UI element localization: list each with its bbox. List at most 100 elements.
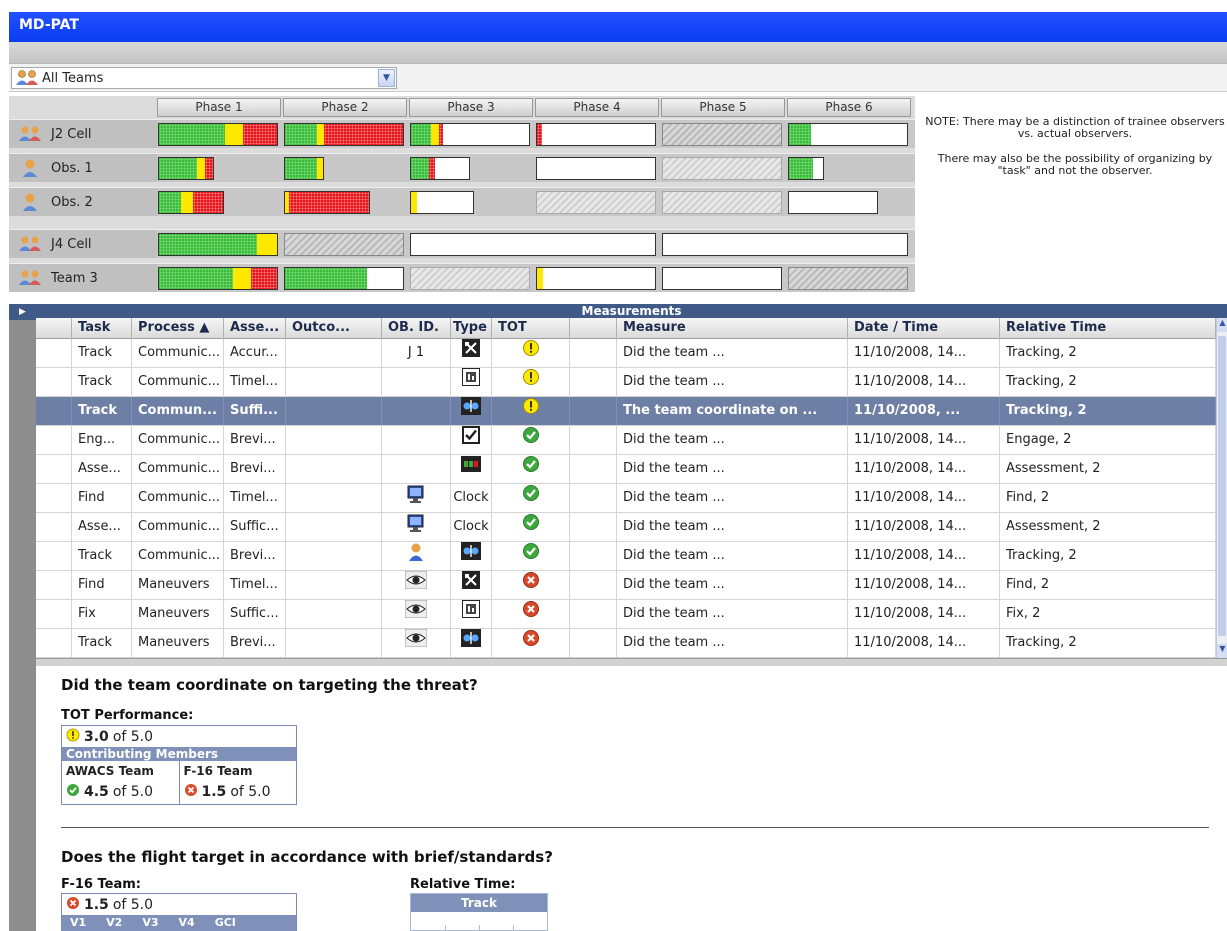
phase-header[interactable]: Phase 1: [157, 98, 281, 117]
phase-cell[interactable]: [536, 191, 656, 214]
phase-cell[interactable]: [788, 191, 878, 214]
cell-blank: [36, 542, 72, 570]
check-icon: [66, 783, 80, 801]
phase-header[interactable]: Phase 2: [283, 98, 407, 117]
table-row[interactable]: Track Maneuvers Brevi... Did the team ... 11…: [36, 629, 1216, 658]
scroll-thumb[interactable]: [1218, 336, 1226, 636]
team-name: AWACS Team: [66, 764, 154, 778]
col-date-time[interactable]: Date / Time: [848, 318, 1000, 339]
cell-measure: Did the team ...: [617, 455, 848, 483]
phase-cell[interactable]: [410, 191, 474, 214]
col-task[interactable]: Task: [72, 318, 132, 339]
phase-cell[interactable]: [284, 233, 404, 256]
phase-cell[interactable]: [662, 123, 782, 146]
scroll-down-icon[interactable]: ▼: [1217, 644, 1227, 658]
col-type[interactable]: Type: [451, 318, 492, 339]
table-row[interactable]: Find Communic... Timel... Clock Did the team…: [36, 484, 1216, 513]
phase-header[interactable]: Phase 3: [409, 98, 533, 117]
phase-cell[interactable]: [662, 191, 782, 214]
x-axis-icon: [451, 571, 492, 599]
row-label: Obs. 1: [9, 154, 157, 182]
eye-icon: [382, 571, 451, 599]
cell-measure: Did the team ...: [617, 571, 848, 599]
cell-rel: Tracking, 2: [1000, 368, 1216, 396]
phase-row[interactable]: Team 3: [9, 263, 915, 292]
phase-cell[interactable]: [284, 267, 404, 290]
relative-time-box: Track: [410, 893, 548, 931]
phase-cell[interactable]: [662, 233, 908, 256]
team-select[interactable]: All Teams ▼: [11, 67, 397, 89]
phase-cell[interactable]: [158, 233, 278, 256]
tot-score-line: 3.0 of 5.0: [62, 726, 296, 747]
phase-cell[interactable]: [788, 267, 908, 290]
team-group-icon: [12, 68, 42, 88]
col-ob-id[interactable]: OB. ID.: [382, 318, 451, 339]
phase-cell[interactable]: [410, 233, 656, 256]
table-scrollbar[interactable]: ▲ ▼: [1216, 318, 1227, 658]
chart-box-icon: [451, 600, 492, 628]
team-score: 1.5 of 5.0: [184, 783, 293, 801]
table-row-selected[interactable]: Track Commun... Suffi... The team coordinat…: [36, 397, 1216, 426]
phase-row[interactable]: J4 Cell: [9, 229, 915, 258]
phase-header[interactable]: Phase 5: [661, 98, 785, 117]
phase-cell[interactable]: [410, 123, 530, 146]
cell-asse: Accur...: [224, 339, 286, 367]
col-process[interactable]: Process ▲: [132, 318, 224, 339]
col-outcome[interactable]: Outco...: [286, 318, 382, 339]
phase-cell[interactable]: [158, 191, 224, 214]
cell-measure: Did the team ...: [617, 600, 848, 628]
cell-task: Track: [72, 629, 132, 657]
cell-blank: [36, 426, 72, 454]
cell-date: 11/10/2008, 14...: [848, 571, 1000, 599]
phase-cell[interactable]: [158, 157, 214, 180]
table-row[interactable]: Asse... Communic... Suffic... Clock Did the …: [36, 513, 1216, 542]
col-blank[interactable]: [570, 318, 617, 339]
table-row[interactable]: Asse... Communic... Brevi... Did the team .…: [36, 455, 1216, 484]
table-row[interactable]: Track Communic... Accur... J 1 Did the team …: [36, 339, 1216, 368]
col-measure[interactable]: Measure: [617, 318, 848, 339]
table-row[interactable]: Eng... Communic... Brevi... Did the team ..…: [36, 426, 1216, 455]
phase-cell[interactable]: [788, 157, 824, 180]
cell-task: Find: [72, 484, 132, 512]
phase-cell[interactable]: [410, 157, 470, 180]
table-row[interactable]: Track Communic... Timel... Did the team ...…: [36, 368, 1216, 397]
phase-cell[interactable]: [536, 123, 656, 146]
phase-cell[interactable]: [284, 157, 324, 180]
col-relative-time[interactable]: Relative Time: [1000, 318, 1216, 339]
phase-cell[interactable]: [410, 267, 530, 290]
col-tot[interactable]: TOT: [492, 318, 570, 339]
phase-cell[interactable]: [158, 267, 278, 290]
expand-arrow-icon[interactable]: ▶: [9, 304, 36, 320]
phase-cell[interactable]: [536, 157, 656, 180]
table-row[interactable]: Track Communic... Brevi... Did the team ...…: [36, 542, 1216, 571]
cell-date: 11/10/2008, 14...: [848, 426, 1000, 454]
phase-cell[interactable]: [158, 123, 278, 146]
scroll-up-icon[interactable]: ▲: [1217, 318, 1227, 332]
cell-date: 11/10/2008, 14...: [848, 513, 1000, 541]
phase-header[interactable]: Phase 6: [787, 98, 911, 117]
cell-blank: [570, 513, 617, 541]
cell-asse: Brevi...: [224, 629, 286, 657]
cell-blank: [36, 629, 72, 657]
phase-row[interactable]: J2 Cell: [9, 119, 915, 148]
single-observer-icon: [9, 158, 51, 178]
note-line: NOTE: There may be a distinction of trai…: [925, 115, 1225, 140]
phase-header[interactable]: Phase 4: [535, 98, 659, 117]
phase-cell[interactable]: [788, 123, 908, 146]
chevron-down-icon[interactable]: ▼: [378, 69, 395, 87]
phase-cell[interactable]: [284, 191, 370, 214]
cell-blank: [36, 455, 72, 483]
phase-cell[interactable]: [284, 123, 404, 146]
table-row[interactable]: Find Maneuvers Timel... Did the team ... 11/…: [36, 571, 1216, 600]
phase-row[interactable]: Obs. 2: [9, 187, 915, 216]
phase-cell[interactable]: [662, 157, 782, 180]
col-assessment[interactable]: Asse...: [224, 318, 286, 339]
cell-blank: [570, 484, 617, 512]
team-score-of: of 5.0: [112, 784, 154, 800]
phase-cell[interactable]: [662, 267, 782, 290]
table-row[interactable]: Fix Maneuvers Suffic... Did the team ... 11/…: [36, 600, 1216, 629]
phase-cell[interactable]: [536, 267, 656, 290]
cell-blank: [36, 571, 72, 599]
v-label: V2: [106, 916, 123, 929]
phase-row[interactable]: Obs. 1: [9, 153, 915, 182]
